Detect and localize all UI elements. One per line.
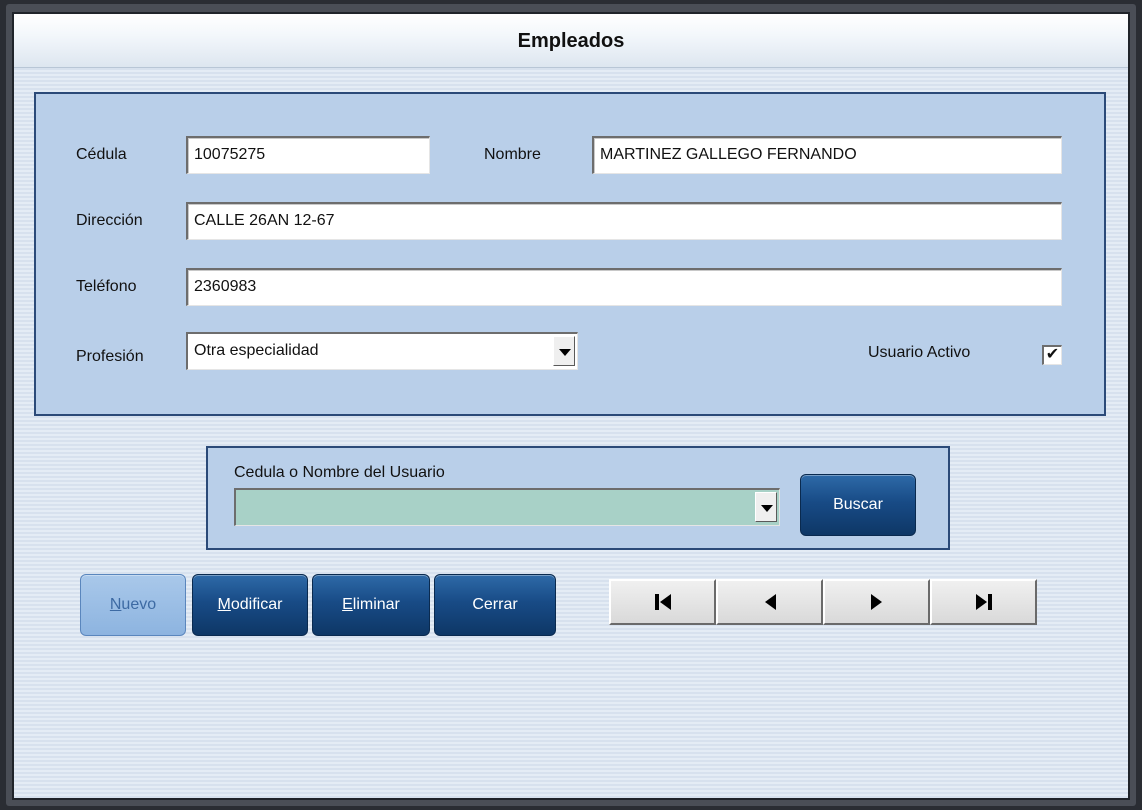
nuevo-hotkey: N [109,596,122,613]
empleados-window: Empleados Cédula 10075275 Nombre MARTINE… [12,12,1130,800]
modificar-label-rest: odificar [230,596,283,613]
nuevo-button[interactable]: Nuevo [80,574,186,636]
next-record-icon [870,594,882,610]
profesion-value: Otra especialidad [194,342,319,359]
checkmark-icon: ✔ [1045,346,1060,363]
eliminar-hotkey: E [342,596,353,613]
search-input[interactable] [234,488,780,526]
next-record-button[interactable] [823,579,930,625]
first-record-icon [654,594,671,610]
previous-record-icon [764,594,776,610]
window-title: Empleados [14,14,1128,68]
last-record-button[interactable] [930,579,1037,625]
chevron-down-icon[interactable] [553,336,575,366]
direccion-field[interactable]: CALLE 26AN 12-67 [186,202,1062,240]
telefono-label: Teléfono [76,278,137,295]
eliminar-label-rest: liminar [352,596,400,613]
cedula-label: Cédula [76,146,127,163]
nombre-field[interactable]: MARTINEZ GALLEGO FERNANDO [592,136,1062,174]
record-navigator [609,579,1039,625]
profesion-select[interactable]: Otra especialidad [186,332,578,370]
previous-record-button[interactable] [716,579,823,625]
eliminar-button[interactable]: Eliminar [312,574,430,636]
employee-details-panel: Cédula 10075275 Nombre MARTINEZ GALLEGO … [34,92,1106,416]
search-label: Cedula o Nombre del Usuario [234,464,445,481]
last-record-icon [975,594,992,610]
cedula-field[interactable]: 10075275 [186,136,430,174]
cerrar-button[interactable]: Cerrar [434,574,556,636]
buscar-button[interactable]: Buscar [800,474,916,536]
direccion-label: Dirección [76,212,143,229]
chevron-down-icon[interactable] [755,492,777,522]
modificar-button[interactable]: Modificar [192,574,308,636]
telefono-field[interactable]: 2360983 [186,268,1062,306]
first-record-button[interactable] [609,579,716,625]
usuario-activo-checkbox[interactable]: ✔ [1042,345,1062,365]
usuario-activo-label: Usuario Activo [868,344,971,361]
modificar-hotkey: M [217,596,231,613]
profesion-label: Profesión [76,348,144,365]
nombre-label: Nombre [484,146,541,163]
search-panel: Cedula o Nombre del Usuario Buscar [206,446,950,550]
nuevo-label-rest: uevo [121,596,157,613]
